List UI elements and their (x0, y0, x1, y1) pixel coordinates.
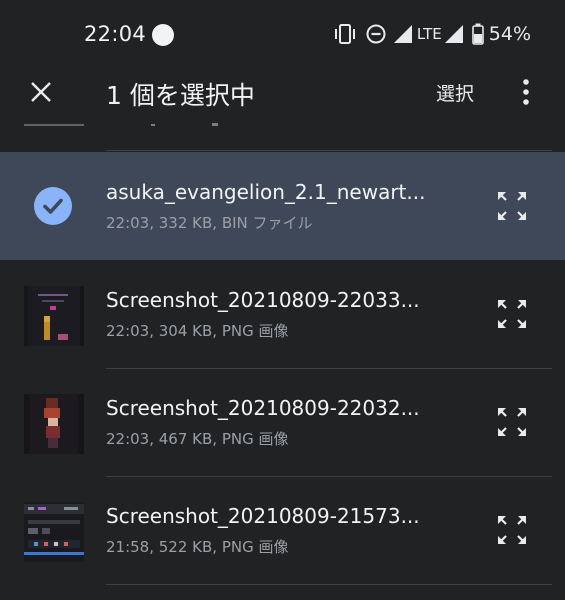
file-thumbnail (24, 286, 84, 346)
list-divider (106, 150, 552, 151)
file-name: Screenshot_20210809-21573... (106, 504, 420, 528)
notification-dot-icon (152, 24, 174, 46)
expand-icon[interactable] (496, 298, 528, 330)
more-vert-icon[interactable] (516, 76, 536, 108)
file-thumbnail (24, 394, 84, 454)
expand-icon[interactable] (496, 406, 528, 438)
battery-icon (471, 23, 484, 45)
file-name: Screenshot_20210809-22032... (106, 396, 420, 420)
network-type: LTE (416, 25, 442, 43)
signal-icon-2 (444, 25, 463, 43)
file-meta: 22:03, 304 KB, PNG 画像 (106, 322, 289, 340)
status-bar: 22:04 LTE 54% (0, 0, 565, 68)
files-screen: 22:04 LTE 54% 1 個を選択中 選択 asuka_evangelio… (0, 0, 565, 600)
file-row[interactable]: Screenshot_20210809-22033... 22:03, 304 … (0, 260, 565, 369)
file-row[interactable]: Screenshot_20210809-22032... 22:03, 467 … (0, 368, 565, 477)
signal-icon (393, 25, 412, 43)
file-meta: 22:03, 467 KB, PNG 画像 (106, 430, 289, 448)
file-meta: 22:03, 332 KB, BIN ファイル (106, 214, 313, 232)
file-meta: 21:58, 522 KB, PNG 画像 (106, 538, 289, 556)
close-icon[interactable] (26, 77, 56, 107)
file-name: asuka_evangelion_2.1_newart... (106, 180, 426, 204)
expand-icon[interactable] (496, 190, 528, 222)
select-button[interactable]: 選択 (436, 79, 474, 106)
file-row[interactable]: asuka_evangelion_2.1_newart... 22:03, 33… (0, 152, 565, 260)
clipped-text-edge (151, 124, 155, 126)
vibrate-icon (334, 24, 355, 44)
clipped-thumbnail-edge (24, 124, 84, 126)
do-not-disturb-icon (366, 24, 386, 44)
file-name: Screenshot_20210809-22033... (106, 288, 420, 312)
expand-icon[interactable] (496, 514, 528, 546)
selected-check-icon[interactable] (34, 187, 72, 225)
clipped-text-edge (212, 123, 218, 126)
selection-header: 1 個を選択中 選択 (0, 68, 565, 116)
selection-count-title: 1 個を選択中 (106, 81, 255, 110)
file-row[interactable]: Screenshot_20210809-21573... 21:58, 522 … (0, 476, 565, 585)
list-divider (106, 584, 552, 585)
file-thumbnail (24, 502, 84, 562)
status-time: 22:04 (84, 22, 147, 46)
status-icons: LTE 54% (333, 22, 531, 46)
battery-percent: 54% (488, 23, 531, 45)
